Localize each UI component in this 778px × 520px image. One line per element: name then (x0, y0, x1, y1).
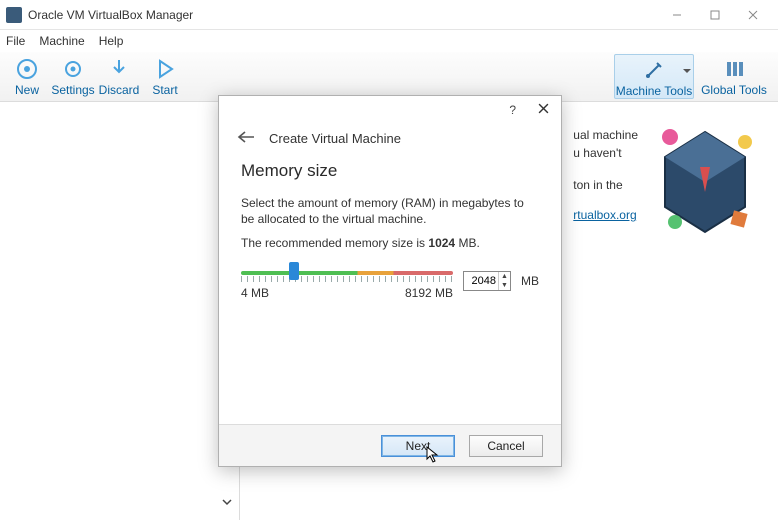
dialog-description: Select the amount of memory (RAM) in meg… (241, 195, 539, 227)
hint-line-3: ton in the (573, 176, 638, 194)
close-button[interactable] (734, 1, 772, 29)
menubar: File Machine Help (0, 30, 778, 52)
hint-line-2: u haven't (573, 144, 638, 162)
memory-input[interactable] (464, 275, 498, 287)
slider-max-label: 8192 MB (405, 286, 453, 300)
start-label: Start (152, 83, 177, 97)
virtualbox-link[interactable]: rtualbox.org (573, 208, 636, 222)
slider-track (241, 271, 453, 275)
menu-machine[interactable]: Machine (39, 34, 84, 48)
dialog-recommendation: The recommended memory size is 1024 MB. (241, 235, 539, 251)
create-vm-dialog: ? Create Virtual Machine Memory size Sel… (218, 95, 562, 467)
cursor-icon (426, 446, 440, 464)
help-button[interactable]: ? (509, 103, 516, 117)
spin-up-icon[interactable]: ▲ (499, 272, 510, 281)
cancel-button[interactable]: Cancel (469, 435, 543, 457)
rec-value: 1024 (428, 236, 455, 250)
slider-ticks (241, 276, 453, 282)
new-label: New (15, 83, 39, 97)
chevron-down-icon (683, 69, 691, 77)
menu-file[interactable]: File (6, 34, 25, 48)
memory-spinbox[interactable]: ▲ ▼ (463, 271, 511, 291)
slider-min-label: 4 MB (241, 286, 269, 300)
chevron-down-icon[interactable] (219, 494, 235, 510)
slider-thumb[interactable] (289, 262, 299, 280)
machine-tools-label: Machine Tools (616, 84, 693, 98)
next-button[interactable]: Next (381, 435, 455, 457)
memory-slider[interactable] (241, 262, 453, 284)
menu-help[interactable]: Help (99, 34, 124, 48)
rec-suffix: MB. (455, 236, 480, 250)
discard-icon (106, 56, 132, 82)
maximize-button[interactable] (696, 1, 734, 29)
global-tools-label: Global Tools (701, 83, 767, 97)
machine-tools-icon (641, 57, 667, 83)
start-button[interactable]: Start (142, 54, 188, 97)
discard-label: Discard (99, 83, 140, 97)
rec-prefix: The recommended memory size is (241, 236, 428, 250)
global-tools-button[interactable]: Global Tools (694, 54, 774, 99)
settings-button[interactable]: Settings (50, 54, 96, 97)
app-icon (6, 7, 22, 23)
titlebar: Oracle VM VirtualBox Manager (0, 0, 778, 30)
new-button[interactable]: New (4, 54, 50, 97)
dialog-close-button[interactable] (538, 103, 549, 117)
new-icon (14, 56, 40, 82)
virtualbox-logo (650, 112, 760, 242)
cancel-label: Cancel (487, 439, 524, 453)
machine-tools-button[interactable]: Machine Tools (614, 54, 694, 99)
settings-label: Settings (51, 83, 94, 97)
dialog-title: Create Virtual Machine (269, 131, 401, 146)
spin-down-icon[interactable]: ▼ (499, 281, 510, 290)
gear-icon (60, 56, 86, 82)
window-title: Oracle VM VirtualBox Manager (28, 8, 658, 22)
memory-unit: MB (521, 274, 539, 288)
global-tools-icon (721, 56, 747, 82)
back-button[interactable] (237, 130, 255, 147)
start-icon (152, 56, 178, 82)
hint-line-1: ual machine (573, 126, 638, 144)
vm-list-pane (0, 102, 240, 520)
minimize-button[interactable] (658, 1, 696, 29)
discard-button[interactable]: Discard (96, 54, 142, 97)
dialog-heading: Memory size (241, 161, 539, 181)
